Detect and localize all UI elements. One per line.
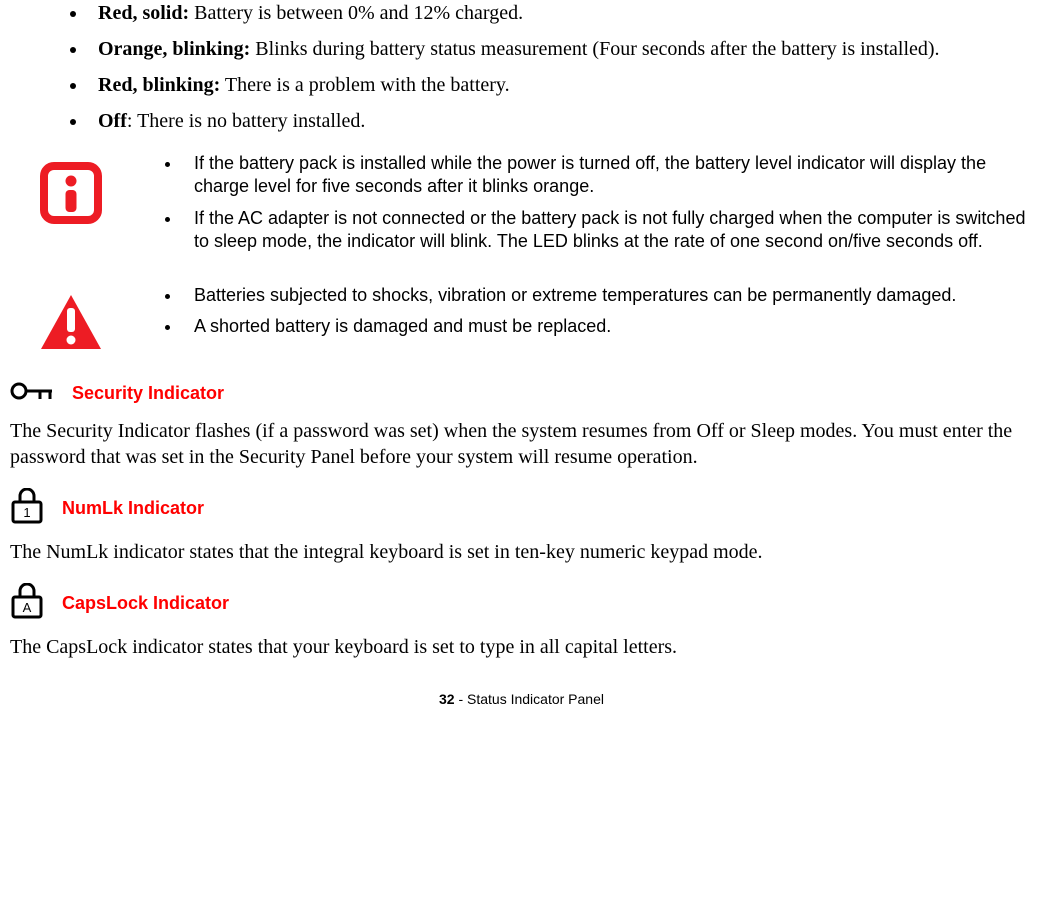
svg-text:1: 1 bbox=[23, 505, 30, 520]
section-body-numlk: The NumLk indicator states that the inte… bbox=[10, 539, 1033, 565]
footer-sep: - bbox=[455, 691, 467, 707]
info-callout: If the battery pack is installed while t… bbox=[10, 152, 1033, 262]
term-label: Red, solid: bbox=[98, 2, 189, 24]
term-desc: Blinks during battery status measurement… bbox=[250, 38, 939, 60]
list-item: A shorted battery is damaged and must be… bbox=[182, 315, 956, 338]
page-footer: 32 - Status Indicator Panel bbox=[10, 690, 1033, 708]
section-header-capslock: A CapsLock Indicator bbox=[10, 583, 1033, 626]
list-item: If the AC adapter is not connected or th… bbox=[182, 207, 1033, 254]
list-item: Off: There is no battery installed. bbox=[88, 108, 1033, 134]
section-header-security: Security Indicator bbox=[10, 379, 1033, 410]
key-icon bbox=[10, 379, 54, 410]
term-desc: There is a problem with the battery. bbox=[220, 74, 509, 96]
term-label: Red, blinking: bbox=[98, 74, 220, 96]
numlock-icon: 1 bbox=[10, 488, 44, 531]
warning-list: Batteries subjected to shocks, vibration… bbox=[147, 284, 956, 347]
info-icon bbox=[40, 162, 102, 231]
term-desc: Battery is between 0% and 12% charged. bbox=[189, 2, 523, 24]
list-item: Batteries subjected to shocks, vibration… bbox=[182, 284, 956, 307]
list-item: Red, blinking: There is a problem with t… bbox=[88, 72, 1033, 98]
section-body-capslock: The CapsLock indicator states that your … bbox=[10, 634, 1033, 660]
list-item: Red, solid: Battery is between 0% and 12… bbox=[88, 0, 1033, 26]
capslock-icon: A bbox=[10, 583, 44, 626]
term-desc: : There is no battery installed. bbox=[127, 110, 365, 132]
section-title: Security Indicator bbox=[72, 382, 224, 405]
section-body-security: The Security Indicator flashes (if a pas… bbox=[10, 418, 1033, 470]
page-number: 32 bbox=[439, 691, 455, 707]
svg-text:A: A bbox=[23, 600, 32, 615]
footer-title: Status Indicator Panel bbox=[467, 691, 604, 707]
info-list: If the battery pack is installed while t… bbox=[147, 152, 1033, 262]
section-title: CapsLock Indicator bbox=[62, 592, 229, 615]
section-header-numlk: 1 NumLk Indicator bbox=[10, 488, 1033, 531]
warning-icon bbox=[40, 294, 102, 357]
term-label: Off bbox=[98, 110, 127, 132]
section-title: NumLk Indicator bbox=[62, 497, 204, 520]
list-item: If the battery pack is installed while t… bbox=[182, 152, 1033, 199]
warning-callout: Batteries subjected to shocks, vibration… bbox=[10, 284, 1033, 357]
term-label: Orange, blinking: bbox=[98, 38, 250, 60]
list-item: Orange, blinking: Blinks during battery … bbox=[88, 36, 1033, 62]
battery-state-list: Red, solid: Battery is between 0% and 12… bbox=[10, 0, 1033, 134]
